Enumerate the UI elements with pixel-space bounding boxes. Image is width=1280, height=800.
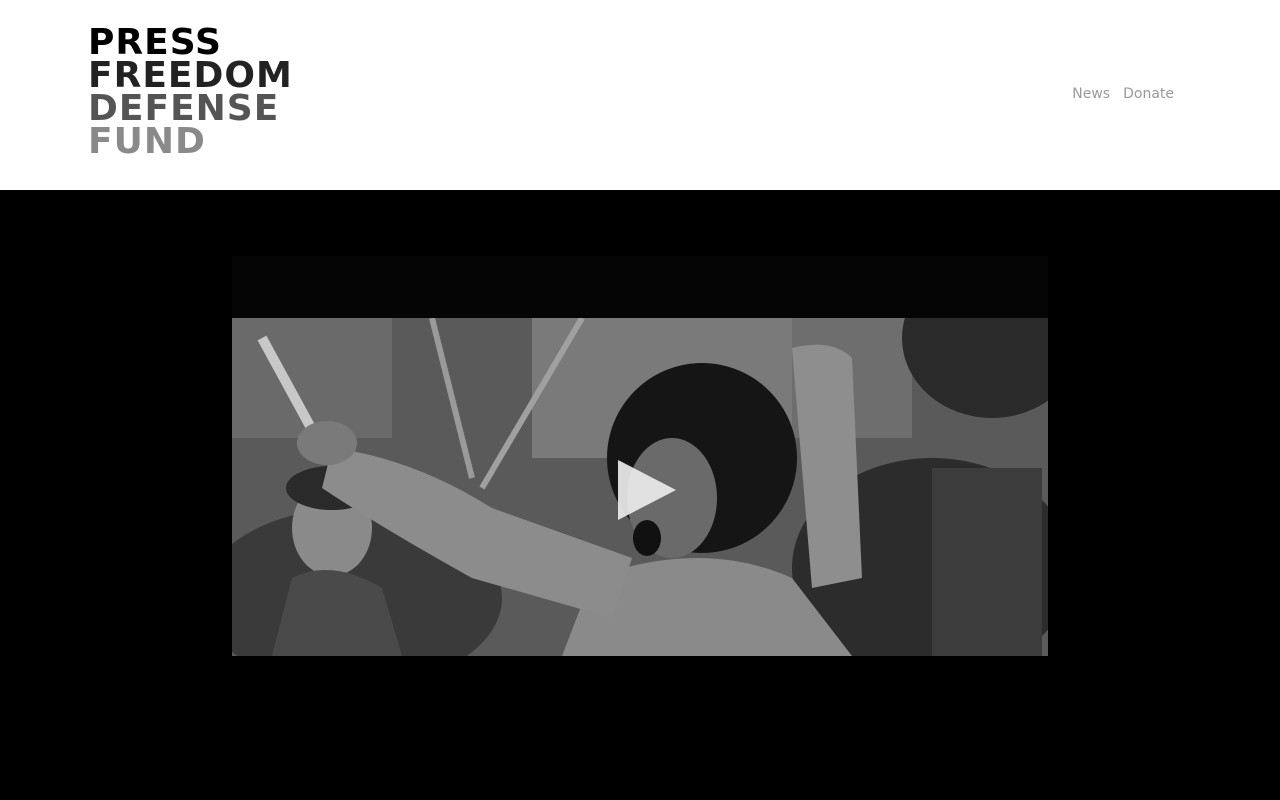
nav-link-news[interactable]: News: [1072, 84, 1110, 104]
hero-section: [0, 190, 1280, 800]
nav-link-donate[interactable]: Donate: [1123, 84, 1174, 104]
play-icon: [618, 460, 676, 520]
main-nav: News Donate: [1072, 84, 1174, 104]
play-button[interactable]: [618, 460, 678, 520]
site-header: PRESS FREEDOM DEFENSE FUND News Donate: [0, 0, 1280, 190]
logo-line-fund: FUND: [88, 121, 206, 162]
video-player[interactable]: [232, 256, 1048, 656]
site-logo[interactable]: PRESS FREEDOM DEFENSE FUND: [88, 25, 298, 166]
